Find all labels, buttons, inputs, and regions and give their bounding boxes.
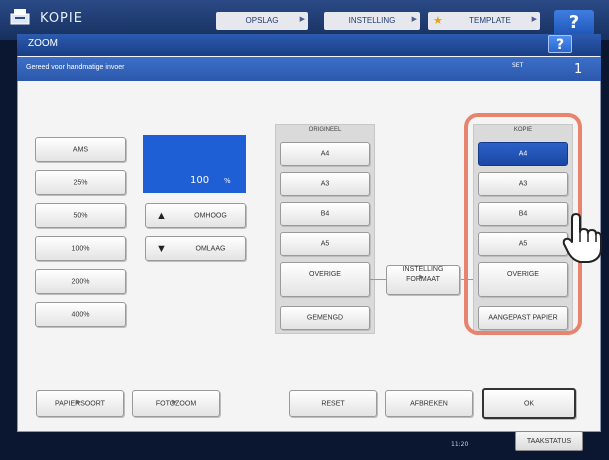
dialog-title: ZOOM xyxy=(28,38,58,49)
button-label: 25% xyxy=(73,179,88,186)
chevron-icon: ▶ xyxy=(76,398,81,405)
button-label: 400% xyxy=(71,311,90,318)
status-message: Gereed voor handmatige invoer xyxy=(26,64,125,71)
fotozoom-button[interactable]: FOTOZOOM ▶ xyxy=(132,390,220,417)
zoom-preset-200[interactable]: 200% xyxy=(35,269,126,294)
button-label: A5 xyxy=(320,240,330,248)
zoom-up-button[interactable]: ▲ OMHOOG xyxy=(145,203,246,228)
zoom-preset-50[interactable]: 50% xyxy=(35,203,126,228)
ok-button[interactable]: OK xyxy=(482,388,576,419)
zoom-unit: % xyxy=(224,177,231,185)
triangle-down-icon: ▼ xyxy=(156,242,167,255)
button-label: 200% xyxy=(71,278,90,285)
copier-icon xyxy=(10,8,30,26)
chevron-icon: ▶ xyxy=(299,16,305,23)
star-icon: ★ xyxy=(433,15,443,27)
tab-label: TEMPLATE xyxy=(469,16,511,25)
chevron-icon: ▶ xyxy=(419,274,424,281)
afbreken-button[interactable]: AFBREKEN xyxy=(385,390,473,417)
chevron-icon: ▶ xyxy=(531,16,537,23)
origineel-overige[interactable]: OVERIGE xyxy=(280,262,370,297)
instelling-formaat-button[interactable]: INSTELLING FORMAAT ▶ xyxy=(386,265,460,295)
set-count: 1 xyxy=(574,62,583,77)
origineel-label: ORIGINEEL xyxy=(308,127,342,133)
dialog-header xyxy=(17,34,601,56)
connector-line xyxy=(370,279,386,280)
taakstatus-button[interactable]: TAAKSTATUS xyxy=(515,431,583,451)
button-label: AMS xyxy=(72,146,89,153)
button-label: 50% xyxy=(73,212,88,219)
zoom-preset-25[interactable]: 25% xyxy=(35,170,126,195)
button-label: OMLAAG xyxy=(195,245,226,252)
chevron-icon: ▶ xyxy=(172,398,177,405)
triangle-up-icon: ▲ xyxy=(156,209,167,222)
app-title: KOPIE xyxy=(40,11,83,26)
chevron-icon: ▶ xyxy=(411,16,417,23)
button-label: AFBREKEN xyxy=(410,400,448,407)
origineel-b4[interactable]: B4 xyxy=(280,202,370,226)
pointing-hand-icon xyxy=(562,212,602,264)
set-label: SET xyxy=(512,62,524,69)
origineel-a4[interactable]: A4 xyxy=(280,142,370,166)
button-label: A3 xyxy=(320,180,330,188)
zoom-preset-100[interactable]: 100% xyxy=(35,236,126,261)
origineel-gemengd[interactable]: GEMENGD xyxy=(280,306,370,330)
clock: 11:20 xyxy=(451,441,469,448)
zoom-down-button[interactable]: ▼ OMLAAG xyxy=(145,236,246,261)
help-button[interactable]: ? xyxy=(548,35,572,53)
button-label: GEMENGD xyxy=(306,314,344,322)
button-label: RESET xyxy=(321,400,345,407)
zoom-preset-ams[interactable]: AMS xyxy=(35,137,126,162)
tab-instelling[interactable]: INSTELLING ▶ xyxy=(324,12,420,30)
button-label: OK xyxy=(523,400,535,407)
button-label: A4 xyxy=(320,150,330,158)
button-label: B4 xyxy=(320,210,330,218)
tab-label: OPSLAG xyxy=(245,16,279,25)
papiersoort-button[interactable]: PAPIERSOORT ▶ xyxy=(36,390,124,417)
reset-button[interactable]: RESET xyxy=(289,390,377,417)
help-button-top[interactable]: ? xyxy=(554,10,594,36)
origineel-a3[interactable]: A3 xyxy=(280,172,370,196)
tab-opslag[interactable]: OPSLAG ▶ xyxy=(216,12,308,30)
origineel-a5[interactable]: A5 xyxy=(280,232,370,256)
tab-label: INSTELLING xyxy=(348,16,396,25)
tab-template[interactable]: ★ TEMPLATE ▶ xyxy=(428,12,540,30)
button-label: OVERIGE xyxy=(309,271,341,278)
button-label: 100% xyxy=(71,245,90,252)
zoom-value: 100 xyxy=(190,175,210,186)
zoom-preset-400[interactable]: 400% xyxy=(35,302,126,327)
button-label: OMHOOG xyxy=(194,212,227,219)
